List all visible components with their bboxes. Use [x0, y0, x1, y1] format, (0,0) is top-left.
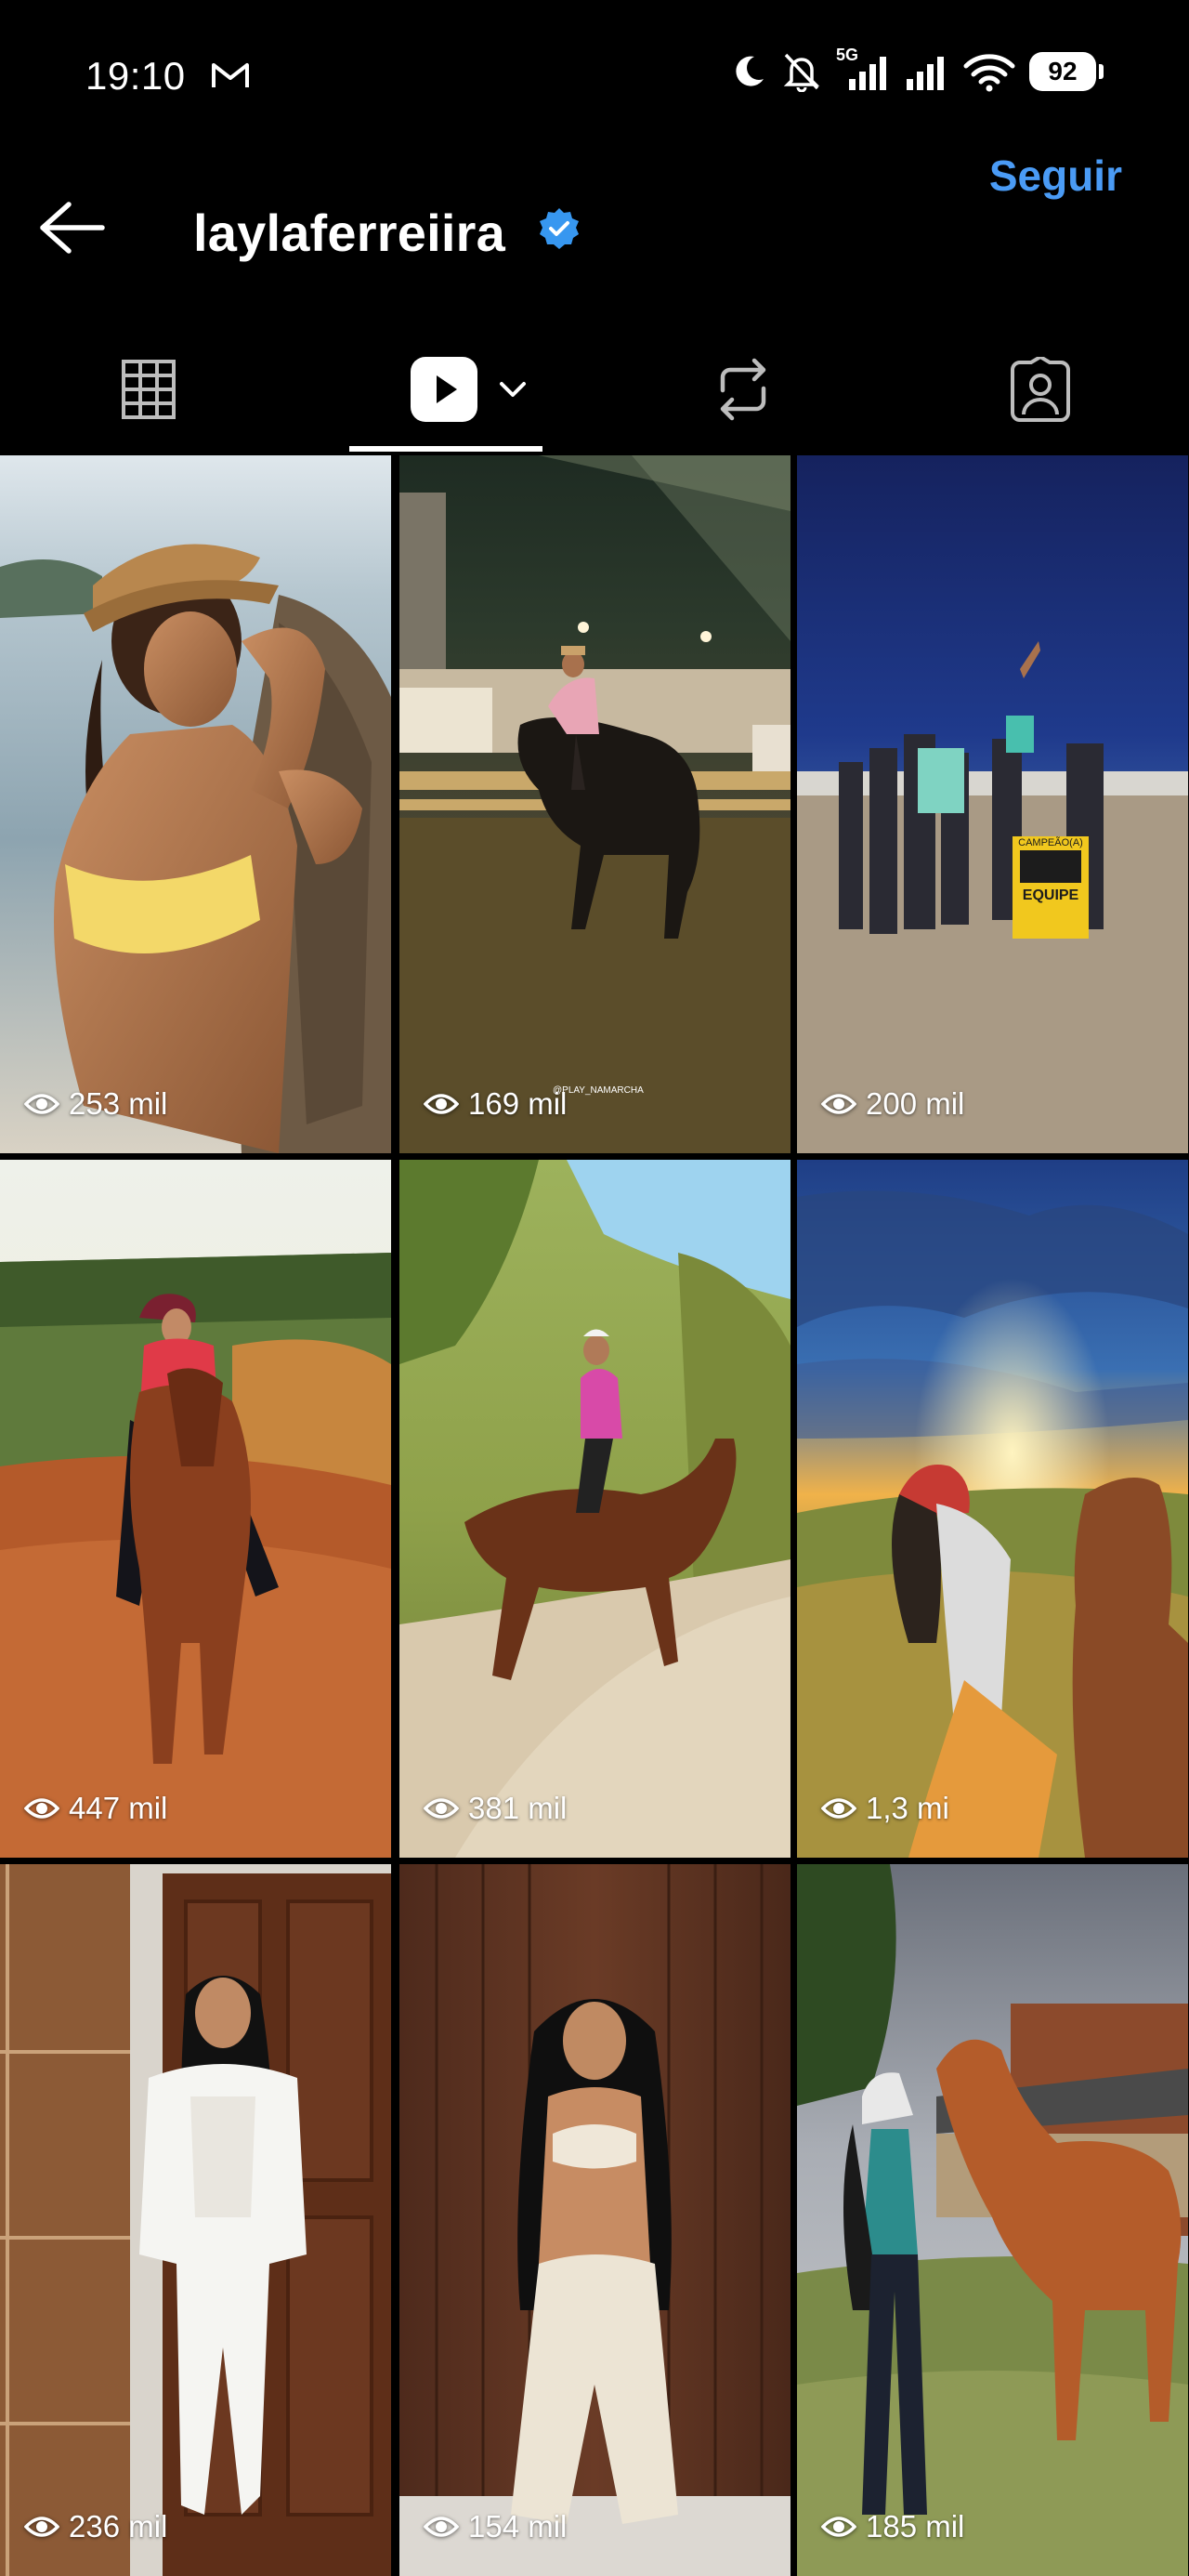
view-count: 185 mil: [821, 2509, 964, 2544]
tab-grid[interactable]: [93, 325, 204, 453]
view-count: 381 mil: [424, 1791, 567, 1826]
eye-icon: [821, 1798, 856, 1819]
tagged-person-icon: [1011, 357, 1070, 422]
reel-thumbnail: [797, 1864, 1188, 2576]
view-count: 169 mil: [424, 1086, 567, 1122]
follow-button[interactable]: Seguir: [989, 151, 1122, 201]
wifi-icon: [963, 54, 1015, 92]
tab-reels[interactable]: [399, 325, 539, 453]
reel-thumbnail: [399, 1160, 790, 1858]
reel-tile[interactable]: @PLAY_NAMARCHA 169 mil: [399, 455, 790, 1153]
view-count-text: 200 mil: [866, 1086, 965, 1121]
eye-icon: [424, 2517, 459, 2537]
muted-bell-icon: [783, 53, 820, 92]
profile-username: laylaferreiira: [193, 204, 505, 262]
view-count-text: 253 mil: [69, 1086, 168, 1121]
view-count-text: 236 mil: [69, 2509, 168, 2543]
view-count: 1,3 mi: [821, 1791, 949, 1826]
reels-play-icon: [411, 357, 477, 422]
moon-icon: [736, 56, 764, 86]
reel-tile[interactable]: CAMPEÃO(A) EQUIPE 200 mil: [797, 455, 1188, 1153]
view-count-text: 154 mil: [468, 2509, 568, 2543]
reel-tile[interactable]: 236 mil: [0, 1864, 391, 2576]
status-icons: 5G 92: [730, 46, 1104, 95]
view-count-text: 1,3 mi: [866, 1791, 949, 1825]
reel-tile[interactable]: 253 mil: [0, 455, 391, 1153]
status-time: 19:10: [85, 54, 186, 98]
reel-tile[interactable]: 447 mil: [0, 1160, 391, 1858]
eye-icon: [24, 2517, 59, 2537]
back-arrow-icon[interactable]: [32, 197, 111, 258]
status-bar: 19:10 5G 92: [0, 0, 1189, 158]
view-count: 154 mil: [424, 2509, 567, 2544]
gmail-icon: [212, 63, 249, 87]
sign-brand: EQUIPE: [1023, 887, 1079, 903]
reel-thumbnail: [797, 1160, 1188, 1858]
view-count-text: 447 mil: [69, 1791, 168, 1825]
active-tab-indicator: [349, 446, 542, 452]
eye-icon: [821, 2517, 856, 2537]
cellular-5g-icon: 5G: [836, 46, 890, 92]
grid-icon: [122, 360, 176, 419]
view-count: 253 mil: [24, 1086, 167, 1122]
reel-tile[interactable]: 1,3 mi: [797, 1160, 1188, 1858]
eye-icon: [424, 1798, 459, 1819]
reel-thumbnail: [0, 455, 391, 1153]
profile-tabs: [0, 325, 1189, 453]
reel-tile[interactable]: 381 mil: [399, 1160, 790, 1858]
verified-badge-icon: [540, 208, 579, 249]
sign-title: CAMPEÃO(A): [1018, 836, 1083, 848]
reel-thumbnail: [0, 1160, 391, 1858]
eye-icon: [424, 1094, 459, 1114]
reel-thumbnail: [399, 1864, 790, 2576]
eye-icon: [24, 1094, 59, 1114]
tab-tagged[interactable]: [985, 325, 1096, 453]
eye-icon: [24, 1798, 59, 1819]
view-count-text: 185 mil: [866, 2509, 965, 2543]
view-count: 236 mil: [24, 2509, 167, 2544]
reels-grid: 253 mil @PLAY_NAMARCHA 169 mil CAMPEÃO(A…: [0, 455, 1189, 2576]
reel-tile[interactable]: 185 mil: [797, 1864, 1188, 2576]
reel-thumbnail: CAMPEÃO(A) EQUIPE: [797, 455, 1188, 1153]
eye-icon: [821, 1094, 856, 1114]
battery-indicator: 92: [1029, 52, 1104, 91]
repost-icon: [720, 358, 766, 421]
view-count-text: 169 mil: [468, 1086, 568, 1121]
tab-reposts[interactable]: [687, 325, 799, 453]
reel-thumbnail: [0, 1864, 391, 2576]
view-count-text: 381 mil: [468, 1791, 568, 1825]
reel-tile[interactable]: 154 mil: [399, 1864, 790, 2576]
view-count: 200 mil: [821, 1086, 964, 1122]
view-count: 447 mil: [24, 1791, 167, 1826]
chevron-down-icon[interactable]: [498, 379, 528, 400]
profile-header: laylaferreiira Seguir: [0, 139, 1189, 325]
reel-thumbnail: [399, 455, 790, 1153]
cellular-signal-icon: [907, 57, 944, 90]
